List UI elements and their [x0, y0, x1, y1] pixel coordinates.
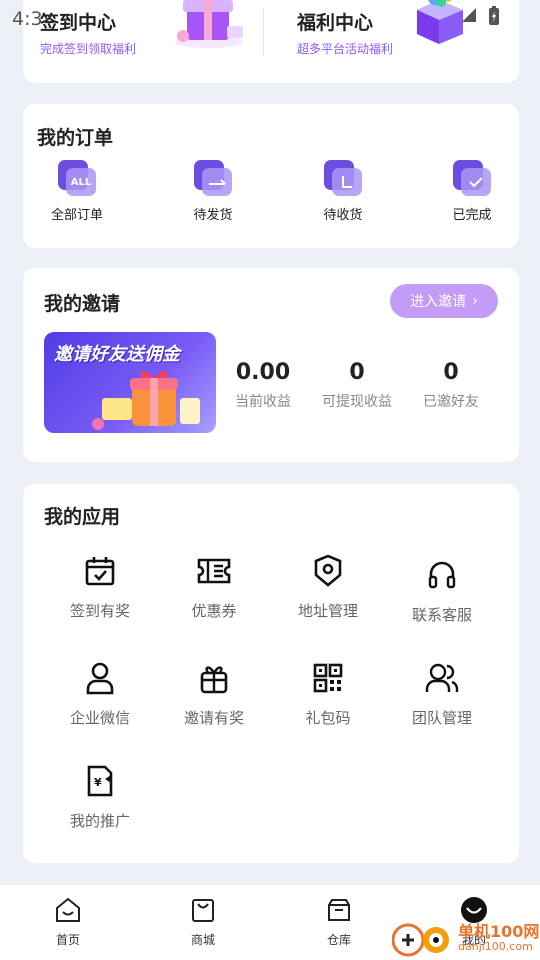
enter-invite-button[interactable]: 进入邀请 ›: [390, 284, 498, 318]
apps-title: 我的应用: [44, 506, 121, 528]
app-label: 地址管理: [297, 602, 358, 620]
stat-current-earnings: 0.00 当前收益: [223, 360, 303, 411]
status-time: 4:3: [12, 8, 43, 30]
watermark-logo-icon: [392, 923, 449, 957]
orders-title: 我的订单: [37, 127, 114, 149]
stat-withdrawable: 0 可提现收益: [317, 360, 397, 411]
stat-value: 0.00: [235, 360, 291, 385]
status-icons: [460, 6, 500, 26]
nav-label: 仓库: [326, 933, 351, 947]
all-orders-icon: ALL: [58, 160, 96, 198]
order-to-ship[interactable]: 待发货: [173, 160, 253, 223]
order-all[interactable]: ALL 全部订单: [37, 160, 117, 223]
app-customer-service[interactable]: 联系客服: [397, 558, 487, 625]
welfare-title: 福利中心: [297, 12, 374, 34]
gift-box-illustration: [175, 0, 243, 48]
app-address[interactable]: 地址管理: [283, 554, 373, 621]
app-label: 邀请有奖: [183, 709, 244, 727]
order-completed[interactable]: 已完成: [432, 160, 512, 223]
battery-icon: [489, 6, 499, 25]
app-label: 礼包码: [305, 709, 351, 727]
order-label: 待收货: [323, 208, 363, 223]
qrcode-icon: [311, 661, 345, 695]
banner-text: 邀请好友送佣金: [54, 344, 180, 365]
team-icon: [425, 661, 459, 695]
watermark: 单机100网 danji100.com: [392, 918, 539, 958]
invite-title: 我的邀请: [44, 293, 121, 315]
watermark-url: danji100.com: [458, 939, 533, 953]
headset-icon: [425, 558, 459, 592]
app-my-promotion[interactable]: ¥ 我的推广: [55, 764, 145, 831]
app-label: 联系客服: [411, 606, 472, 624]
app-label: 团队管理: [411, 709, 472, 727]
svg-text:¥: ¥: [94, 776, 102, 789]
orders-card: 我的订单 ALL 全部订单 待发货 待收货 已完成: [23, 104, 519, 248]
app-enterprise-wechat[interactable]: 企业微信: [55, 661, 145, 728]
app-label: 我的推广: [69, 812, 130, 830]
stat-invited-friends: 0 已邀好友: [411, 360, 491, 411]
to-receive-icon: [324, 160, 362, 198]
order-label: 已完成: [452, 208, 492, 223]
stat-label: 已邀好友: [423, 394, 479, 410]
coupon-icon: [197, 554, 231, 588]
to-ship-icon: [194, 160, 232, 198]
nav-warehouse[interactable]: 仓库: [304, 895, 374, 948]
sign-in-subtitle: 完成签到领取福利: [40, 42, 137, 56]
nav-label: 商城: [190, 933, 215, 947]
watermark-text: 单机100网: [458, 921, 540, 941]
app-sign-in-reward[interactable]: 签到有奖: [55, 554, 145, 621]
location-icon: [311, 554, 345, 588]
warehouse-icon: [324, 895, 354, 925]
sign-in-center[interactable]: 签到中心 完成签到领取福利: [23, 0, 263, 60]
sign-in-title: 签到中心: [40, 12, 117, 34]
stat-label: 当前收益: [235, 394, 291, 410]
promotion-icon: ¥: [83, 764, 117, 798]
invite-card: 我的邀请 进入邀请 › 邀请好友送佣金 0.00 当前收益 0 可提现收益 0 …: [23, 268, 519, 462]
home-icon: [53, 895, 83, 925]
invite-banner[interactable]: 邀请好友送佣金: [44, 332, 216, 433]
app-team-management[interactable]: 团队管理: [397, 661, 487, 728]
app-label: 优惠券: [191, 602, 237, 620]
calendar-check-icon: [83, 554, 117, 588]
app-gift-code[interactable]: 礼包码: [283, 661, 373, 728]
chevron-right-icon: ›: [472, 293, 478, 309]
person-icon: [83, 661, 117, 695]
signal-icon: [462, 8, 476, 22]
app-label: 企业微信: [69, 709, 130, 727]
nav-mall[interactable]: 商城: [168, 895, 238, 948]
enter-invite-label: 进入邀请: [410, 294, 467, 310]
app-label: 签到有奖: [69, 602, 130, 620]
completed-icon: [453, 160, 491, 198]
gift-illustration: [92, 371, 200, 430]
welfare-card: 签到中心 完成签到领取福利 福利中心 超多平台活动福利: [23, 0, 519, 83]
app-invite-reward[interactable]: 邀请有奖: [169, 661, 259, 728]
apps-card: 我的应用 签到有奖 优惠券 地址管理 联系客服 企业微信 邀请有奖 礼包码 团队…: [23, 484, 519, 863]
app-coupons[interactable]: 优惠券: [169, 554, 259, 621]
nav-home[interactable]: 首页: [33, 895, 103, 948]
order-label: 待发货: [193, 208, 233, 223]
nav-label: 首页: [55, 933, 80, 947]
welfare-subtitle: 超多平台活动福利: [297, 42, 394, 56]
stat-value: 0: [349, 360, 365, 385]
gift-icon: [197, 661, 231, 695]
order-label: 全部订单: [50, 208, 103, 223]
stat-value: 0: [443, 360, 459, 385]
stat-label: 可提现收益: [322, 394, 392, 410]
shopping-bag-icon: [188, 895, 218, 925]
order-to-receive[interactable]: 待收货: [303, 160, 383, 223]
